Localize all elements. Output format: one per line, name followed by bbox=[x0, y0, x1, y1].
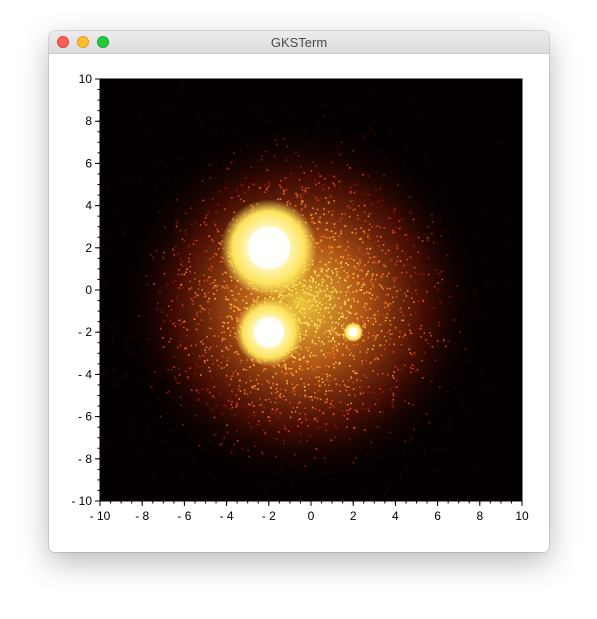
x-tick-label: 10 bbox=[515, 509, 529, 523]
hotspot-core-2 bbox=[253, 317, 284, 348]
heat-glow bbox=[121, 124, 481, 484]
heatmap-chart: - 10 - 8 - 6 - 4 - 2 0 2 4 6 8 10 - 10 - 8 - 6 - 4 - 2 0… bbox=[71, 72, 529, 523]
y-tick-label: 0 bbox=[85, 283, 92, 297]
y-tick-label: 4 bbox=[85, 199, 92, 213]
hotspot-core-3 bbox=[348, 327, 358, 337]
y-tick-label: 10 bbox=[79, 72, 93, 86]
y-tick-label: - 2 bbox=[78, 325, 92, 339]
window-title: GKSTerm bbox=[270, 35, 328, 50]
x-tick-label: 2 bbox=[350, 509, 357, 523]
hotspot-core-1 bbox=[247, 226, 291, 270]
x-tick-label: - 2 bbox=[262, 509, 276, 523]
y-tick-label: 6 bbox=[85, 156, 92, 170]
y-tick-label: - 4 bbox=[78, 367, 92, 381]
x-tick-label: - 4 bbox=[220, 509, 234, 523]
x-tick-label: 4 bbox=[392, 509, 399, 523]
y-tick-label: - 6 bbox=[78, 410, 92, 424]
x-tick-label: - 10 bbox=[90, 509, 111, 523]
gksterm-window: GKSTerm - 10 - 8 - 6 - 4 - 2 0 2 4 6 8 1… bbox=[49, 31, 549, 552]
y-tick-label: 8 bbox=[85, 114, 92, 128]
x-tick-label: - 6 bbox=[177, 509, 191, 523]
x-tick-label: - 8 bbox=[135, 509, 149, 523]
plot-area: - 10 - 8 - 6 - 4 - 2 0 2 4 6 8 10 - 10 - 8 - 6 - 4 - 2 0… bbox=[49, 54, 549, 552]
y-tick-label: 2 bbox=[85, 241, 92, 255]
y-tick-label: - 10 bbox=[71, 494, 92, 508]
x-tick-label: 6 bbox=[434, 509, 441, 523]
y-tick-label: - 8 bbox=[78, 452, 92, 466]
x-tick-label: 8 bbox=[476, 509, 483, 523]
x-tick-label: 0 bbox=[308, 509, 315, 523]
title-bar[interactable]: GKSTerm bbox=[49, 31, 549, 54]
